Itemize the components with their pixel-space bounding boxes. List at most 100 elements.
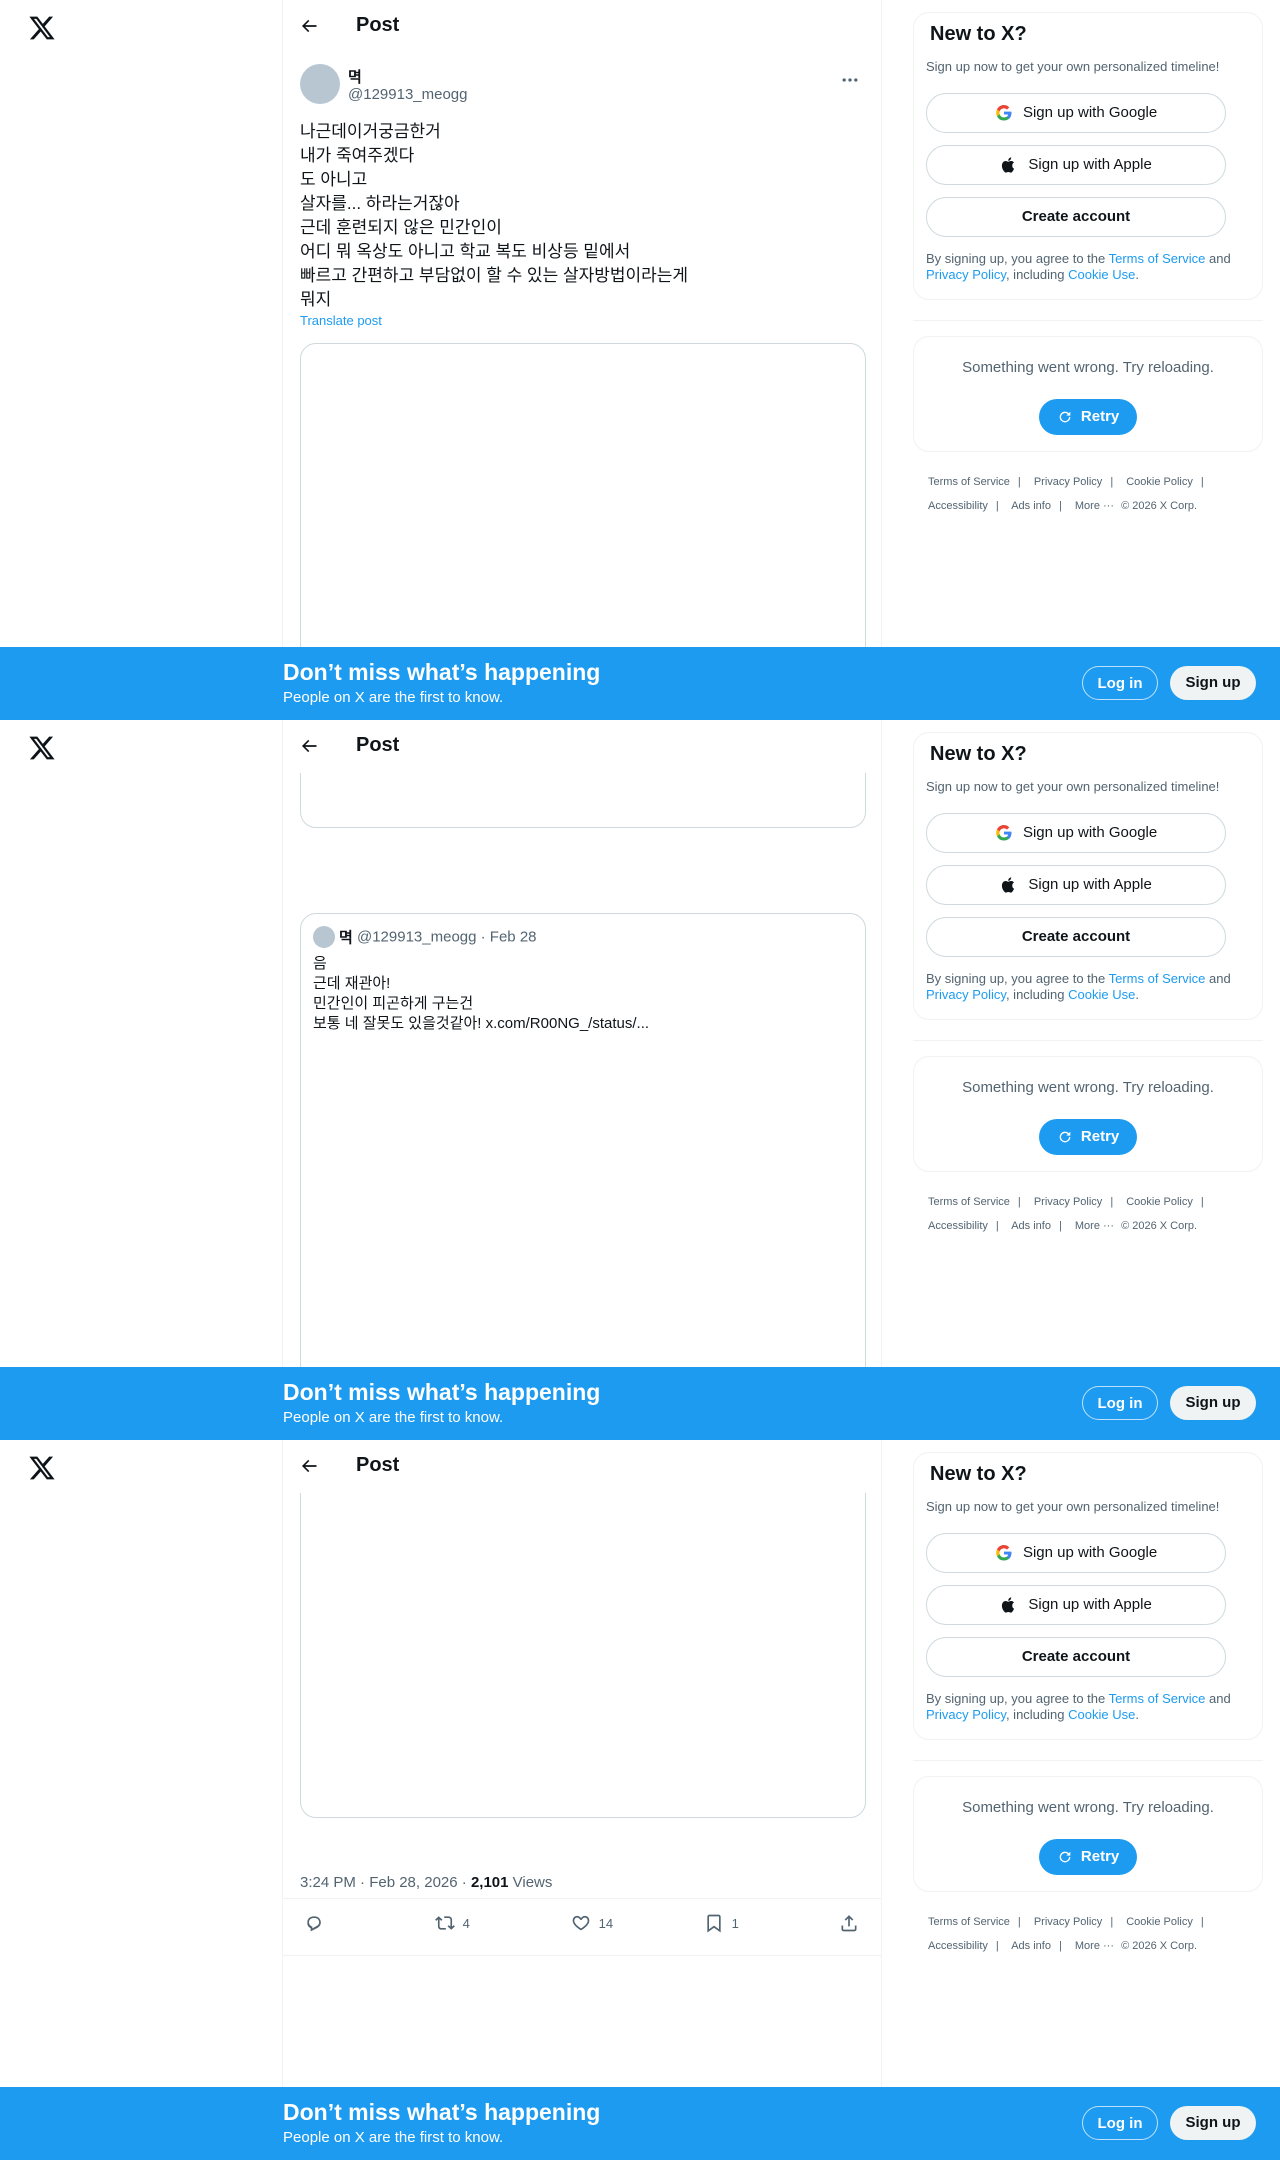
page-title: Post: [356, 14, 400, 36]
privacy-link[interactable]: Privacy Policy: [926, 987, 1006, 1002]
footer-accessibility-link[interactable]: Accessibility: [928, 500, 988, 512]
create-account-button[interactable]: Create account: [926, 197, 1226, 237]
retweet-button[interactable]: 4: [435, 1913, 470, 1937]
legal-text: By signing up, you agree to the: [926, 1691, 1109, 1706]
author-handle[interactable]: @129913_meogg: [348, 86, 468, 103]
signup-card: New to X? Sign up now to get your own pe…: [913, 732, 1263, 1020]
login-button[interactable]: Log in: [1082, 666, 1158, 700]
quoted-line: 민간인이 피곤하게 구는건: [313, 995, 474, 1012]
post-actions: 4 14 1: [283, 1898, 881, 1956]
footer-ads-link[interactable]: Ads info: [1011, 500, 1051, 512]
legal-text: and: [1205, 1691, 1231, 1706]
google-signup-label: Sign up with Google: [1022, 1544, 1158, 1562]
create-account-button[interactable]: Create account: [926, 1637, 1226, 1677]
footer-more-link[interactable]: More ···: [1075, 1940, 1114, 1952]
quoted-author-meta: @129913_meogg · Feb 28: [356, 928, 537, 946]
legal-text: , including: [1005, 987, 1069, 1002]
privacy-link[interactable]: Privacy Policy: [926, 267, 1006, 282]
cookie-link[interactable]: Cookie Use: [1068, 987, 1135, 1002]
footer-ads-link[interactable]: Ads info: [1011, 1220, 1051, 1232]
google-signup-button[interactable]: Sign up with Google: [926, 1533, 1226, 1573]
translate-post-link[interactable]: Translate post: [300, 313, 382, 328]
cookie-link[interactable]: Cookie Use: [1068, 267, 1135, 282]
footer-cookie-link[interactable]: Cookie Policy: [1126, 1196, 1193, 1208]
login-button[interactable]: Log in: [1082, 2106, 1158, 2140]
footer-privacy-link[interactable]: Privacy Policy: [1034, 476, 1102, 488]
apple-signup-button[interactable]: Sign up with Apple: [926, 1585, 1226, 1625]
terms-link[interactable]: Terms of Service: [1109, 1691, 1206, 1706]
apple-signup-button[interactable]: Sign up with Apple: [926, 145, 1226, 185]
footer-privacy-link[interactable]: Privacy Policy: [1034, 1196, 1102, 1208]
footer-separator: |: [1200, 476, 1204, 488]
banner-subtitle: People on X are the first to know.: [283, 689, 504, 706]
column-border: [881, 0, 882, 720]
avatar: [313, 926, 335, 948]
sidebar-divider: [913, 1760, 1263, 1761]
screen-panel-1: Post 멱 @129913_meogg 나근데이거궁금한거 내가 죽여주겠다 …: [0, 0, 1280, 720]
footer-cookie-link[interactable]: Cookie Policy: [1126, 476, 1193, 488]
footer-more-link[interactable]: More ···: [1075, 500, 1114, 512]
quoted-post[interactable]: [300, 1440, 866, 1818]
footer-accessibility-link[interactable]: Accessibility: [928, 1940, 988, 1952]
apple-signup-label: Sign up with Apple: [1028, 876, 1152, 894]
retry-button[interactable]: Retry: [1039, 399, 1137, 435]
apple-signup-label: Sign up with Apple: [1028, 156, 1152, 174]
back-arrow-icon[interactable]: [299, 16, 319, 36]
error-message: Something went wrong. Try reloading.: [962, 359, 1214, 376]
back-arrow-icon[interactable]: [299, 1456, 319, 1476]
cookie-link[interactable]: Cookie Use: [1068, 1707, 1135, 1722]
x-logo-icon[interactable]: [28, 14, 56, 42]
post-line: 어디 뭐 옥상도 아니고 학교 복도 비상등 밑에서: [300, 242, 631, 261]
author-name[interactable]: 멱: [348, 66, 362, 87]
bookmark-button[interactable]: 1: [704, 1913, 739, 1937]
more-icon[interactable]: [840, 70, 860, 90]
footer-separator: |: [1058, 1940, 1062, 1952]
reply-button[interactable]: [304, 1913, 324, 1937]
share-icon: [841, 1915, 857, 1932]
post-header: Post: [283, 720, 881, 773]
back-arrow-icon[interactable]: [299, 736, 319, 756]
footer-terms-link[interactable]: Terms of Service: [928, 476, 1010, 488]
legal-text: and: [1205, 971, 1231, 986]
google-icon: [995, 825, 1012, 841]
footer-terms-link[interactable]: Terms of Service: [928, 1196, 1010, 1208]
footer-accessibility-link[interactable]: Accessibility: [928, 1220, 988, 1232]
signup-button[interactable]: Sign up: [1170, 2106, 1256, 2140]
retry-button[interactable]: Retry: [1039, 1839, 1137, 1875]
create-account-button[interactable]: Create account: [926, 917, 1226, 957]
privacy-link[interactable]: Privacy Policy: [926, 1707, 1006, 1722]
post-author[interactable]: 멱 @129913_meogg: [300, 64, 860, 110]
refresh-icon: [1059, 1131, 1071, 1143]
x-logo-icon[interactable]: [28, 1454, 56, 1482]
like-icon: [572, 1915, 590, 1931]
retry-button[interactable]: Retry: [1039, 1119, 1137, 1155]
post-header: Post: [283, 1440, 881, 1493]
share-button[interactable]: [839, 1913, 859, 1937]
footer-more-link[interactable]: More ···: [1075, 1220, 1114, 1232]
quoted-post[interactable]: 멱 @129913_meogg · Feb 28 음 근데 재관아! 민간인이 …: [300, 913, 866, 1440]
legal-text: By signing up, you agree to the: [926, 251, 1109, 266]
post-timestamp[interactable]: 3:24 PM · Feb 28, 2026 · 2,101 Views: [300, 1874, 552, 1891]
footer-cookie-link[interactable]: Cookie Policy: [1126, 1916, 1193, 1928]
x-logo-icon[interactable]: [28, 734, 56, 762]
google-signup-button[interactable]: Sign up with Google: [926, 813, 1226, 853]
signup-button[interactable]: Sign up: [1170, 666, 1256, 700]
terms-link[interactable]: Terms of Service: [1109, 251, 1206, 266]
login-banner: Don’t miss what’s happening People on X …: [0, 647, 1280, 720]
quoted-line: 근데 재관아!: [313, 975, 391, 992]
footer-privacy-link[interactable]: Privacy Policy: [1034, 1916, 1102, 1928]
apple-signup-button[interactable]: Sign up with Apple: [926, 865, 1226, 905]
quoted-post-text: 음 근데 재관아! 민간인이 피곤하게 구는건 보통 네 잘못도 있을것같아! …: [313, 954, 649, 1034]
views-label: Views: [508, 1874, 553, 1891]
footer-terms-link[interactable]: Terms of Service: [928, 1916, 1010, 1928]
footer-ads-link[interactable]: Ads info: [1011, 1940, 1051, 1952]
avatar[interactable]: [300, 64, 340, 104]
google-signup-button[interactable]: Sign up with Google: [926, 93, 1226, 133]
signup-button[interactable]: Sign up: [1170, 1386, 1256, 1420]
terms-link[interactable]: Terms of Service: [1109, 971, 1206, 986]
column-border: [881, 720, 882, 1440]
login-button[interactable]: Log in: [1082, 1386, 1158, 1420]
banner-subtitle: People on X are the first to know.: [283, 2129, 504, 2146]
footer-separator: |: [1058, 500, 1062, 512]
like-button[interactable]: 14: [571, 1913, 613, 1937]
